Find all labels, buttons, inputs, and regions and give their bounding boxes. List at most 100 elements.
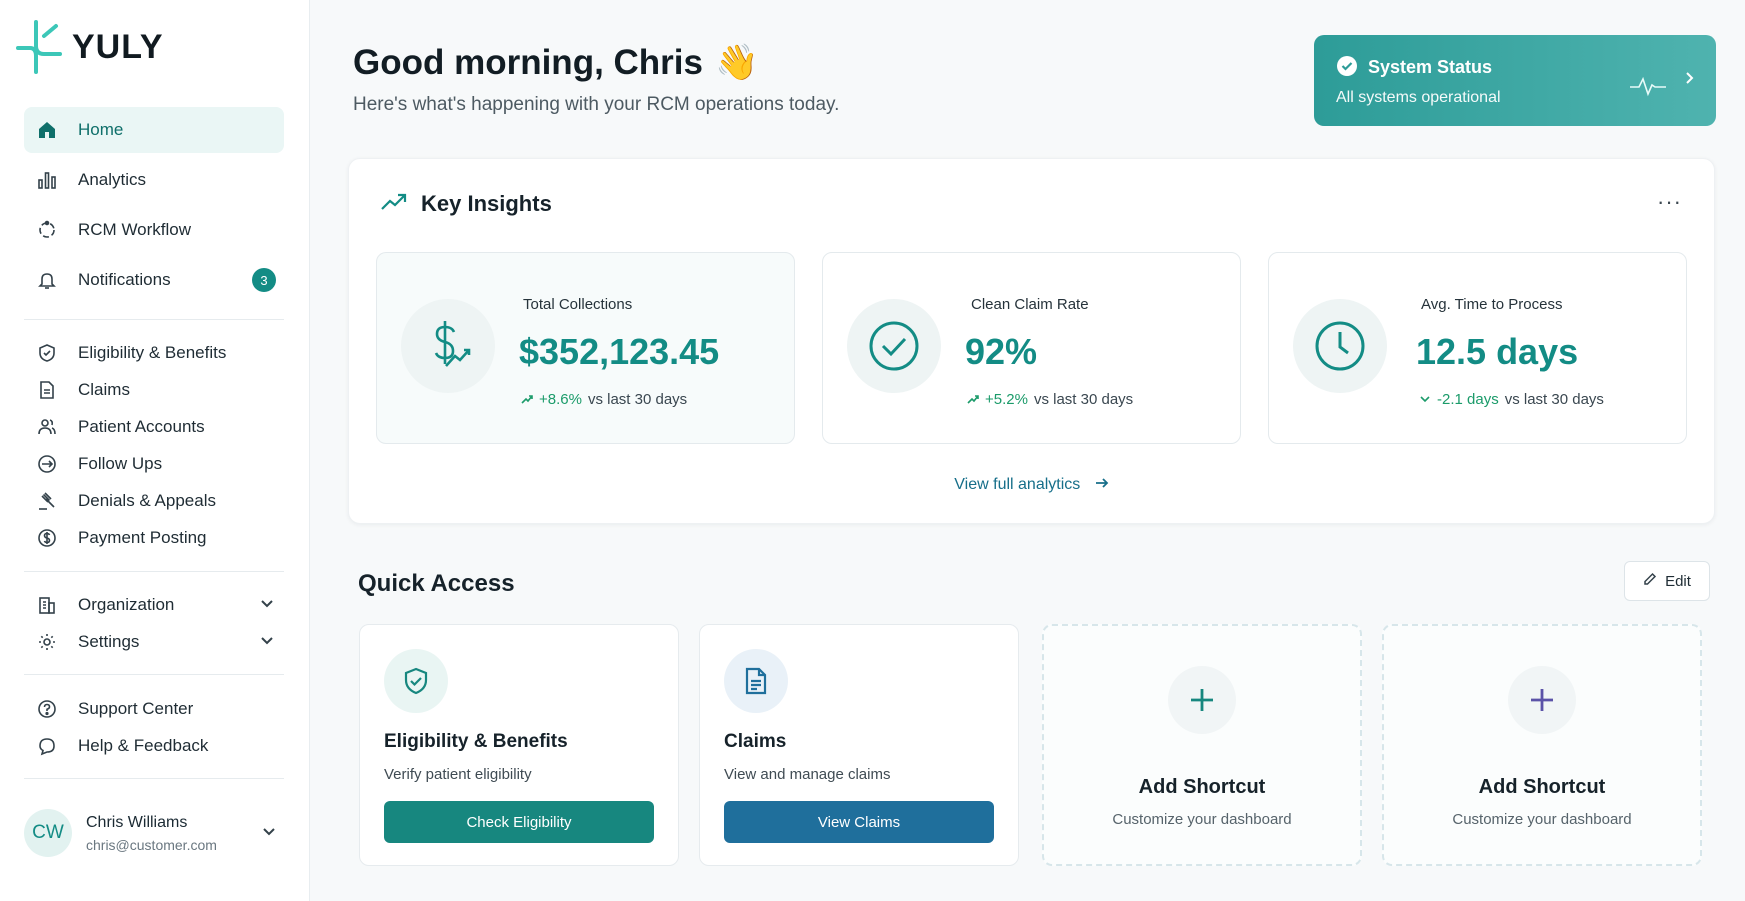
shortcut-card-eligibility: Eligibility & Benefits Verify patient el… — [359, 624, 679, 866]
heartbeat-icon — [1629, 75, 1667, 102]
kpi-delta-suffix: vs last 30 days — [587, 391, 688, 408]
gear-icon — [34, 629, 60, 655]
sidebar-item-label: Claims — [78, 379, 130, 399]
arrow-right-icon — [1095, 476, 1109, 493]
trend-up-icon — [381, 191, 407, 217]
add-shortcut-title: Add Shortcut — [1478, 776, 1606, 798]
key-insights-header: Key Insights — [381, 191, 552, 217]
shortcut-title: Eligibility & Benefits — [384, 731, 568, 752]
add-shortcut-title: Add Shortcut — [1138, 776, 1266, 798]
sidebar-item-denials-appeals[interactable]: Denials & Appeals — [24, 482, 284, 519]
key-insights-panel: Key Insights ··· Total Collections $352,… — [348, 158, 1715, 524]
sidebar-item-label: Payment Posting — [78, 527, 207, 547]
bell-icon — [34, 267, 60, 293]
shortcut-description: View and manage claims — [724, 766, 891, 783]
sidebar-item-label: Settings — [78, 631, 140, 651]
edit-label: Edit — [1665, 572, 1691, 590]
chevron-down-icon[interactable] — [262, 824, 276, 843]
sidebar-item-notifications[interactable]: Notifications 3 — [24, 257, 284, 303]
sidebar-item-label: Home — [78, 120, 124, 139]
sidebar-item-rcm-workflow[interactable]: RCM Workflow — [24, 207, 284, 253]
sidebar-item-eligibility[interactable]: Eligibility & Benefits — [24, 334, 284, 371]
plus-icon — [1168, 666, 1236, 734]
add-shortcut-card[interactable]: Add Shortcut Customize your dashboard — [1382, 624, 1702, 866]
bar-chart-icon — [34, 167, 60, 193]
sidebar-item-analytics[interactable]: Analytics — [24, 157, 284, 203]
sidebar: YULY Home Analytics RCM Workflow Notific… — [0, 0, 310, 901]
sidebar-divider — [24, 674, 284, 675]
dollar-circle-icon — [34, 525, 60, 551]
sidebar-divider — [24, 319, 284, 320]
chevron-down-icon[interactable] — [260, 632, 274, 652]
kpi-delta-suffix: vs last 30 days — [1504, 391, 1604, 408]
sidebar-item-help-feedback[interactable]: Help & Feedback — [24, 727, 284, 764]
sidebar-item-label: Analytics — [78, 170, 147, 189]
sidebar-item-home[interactable]: Home — [24, 107, 284, 153]
follow-up-arrows-icon — [34, 451, 60, 477]
sidebar-item-settings[interactable]: Settings — [24, 623, 284, 660]
sidebar-item-payment-posting[interactable]: Payment Posting — [24, 519, 284, 556]
clock-icon — [1293, 299, 1387, 393]
view-full-analytics-label: View full analytics — [954, 476, 1081, 493]
sidebar-item-support-center[interactable]: Support Center — [24, 690, 284, 727]
user-email: chris@customer.com — [86, 836, 217, 853]
kpi-card-clean-claim-rate: Clean Claim Rate 92% +5.2% vs last 30 da… — [822, 252, 1241, 444]
kpi-delta: -2.1 days vs last 30 days — [1419, 391, 1604, 408]
brand-logo[interactable]: YULY — [16, 18, 164, 76]
kpi-value: 12.5 days — [1416, 331, 1579, 372]
user-name: Chris Williams — [86, 813, 188, 831]
trend-up-icon — [521, 391, 533, 408]
page-subtitle: Here's what's happening with your RCM op… — [353, 94, 840, 115]
help-nav: Support Center Help & Feedback — [24, 690, 284, 764]
sidebar-item-label: Eligibility & Benefits — [78, 342, 227, 362]
notification-count-badge: 3 — [252, 268, 276, 292]
shield-check-icon — [384, 649, 448, 713]
kpi-card-avg-time-to-process: Avg. Time to Process 12.5 days -2.1 days… — [1268, 252, 1687, 444]
chevron-down-icon[interactable] — [260, 595, 274, 615]
yuly-logo-icon — [16, 20, 62, 74]
sidebar-item-claims[interactable]: Claims — [24, 371, 284, 408]
chevron-down-icon — [1419, 391, 1431, 408]
edit-shortcuts-button[interactable]: Edit — [1624, 561, 1710, 601]
check-circle-icon — [847, 299, 941, 393]
more-options-icon[interactable]: ··· — [1657, 189, 1682, 215]
home-icon — [34, 117, 60, 143]
shortcut-title: Claims — [724, 731, 787, 752]
kpi-delta: +8.6% vs last 30 days — [521, 391, 687, 408]
system-status-message: All systems operational — [1336, 89, 1501, 106]
pencil-icon — [1643, 572, 1657, 590]
user-info: Chris Williams chris@customer.com — [86, 814, 217, 853]
sidebar-item-label: Follow Ups — [78, 453, 163, 473]
shortcut-card-claims: Claims View and manage claims View Claim… — [699, 624, 1019, 866]
avatar: CW — [24, 809, 72, 857]
modules-nav: Eligibility & Benefits Claims Patient Ac… — [24, 334, 284, 556]
system-status-banner[interactable]: System Status All systems operational — [1314, 35, 1716, 126]
quick-access-title: Quick Access — [358, 570, 515, 597]
kpi-value: 92% — [965, 331, 1038, 372]
kpi-card-total-collections: Total Collections $352,123.45 +8.6% vs l… — [376, 252, 795, 444]
document-icon — [724, 649, 788, 713]
users-icon — [34, 414, 60, 440]
page-title: Good morning, Chris 👋 — [353, 42, 759, 83]
document-icon — [34, 377, 60, 403]
view-full-analytics-link[interactable]: View full analytics — [349, 476, 1714, 494]
sidebar-item-label: Organization — [78, 594, 175, 614]
sidebar-divider — [24, 571, 284, 572]
kpi-delta-suffix: vs last 30 days — [1033, 391, 1134, 408]
building-icon — [34, 592, 60, 618]
sidebar-item-patient-accounts[interactable]: Patient Accounts — [24, 408, 284, 445]
kpi-label: Total Collections — [523, 296, 633, 313]
sidebar-item-label: Patient Accounts — [78, 416, 205, 436]
check-circle-icon — [1336, 55, 1358, 82]
primary-nav: Home Analytics RCM Workflow Notification… — [24, 107, 284, 303]
system-status-title: System Status — [1368, 57, 1493, 77]
user-profile[interactable]: CW Chris Williams chris@customer.com — [24, 806, 284, 860]
add-shortcut-card[interactable]: Add Shortcut Customize your dashboard — [1042, 624, 1362, 866]
sidebar-item-label: RCM Workflow — [78, 220, 192, 239]
admin-nav: Organization Settings — [24, 586, 284, 660]
sidebar-item-follow-ups[interactable]: Follow Ups — [24, 445, 284, 482]
check-eligibility-button[interactable]: Check Eligibility — [384, 801, 654, 843]
sidebar-divider — [24, 778, 284, 779]
sidebar-item-organization[interactable]: Organization — [24, 586, 284, 623]
view-claims-button[interactable]: View Claims — [724, 801, 994, 843]
